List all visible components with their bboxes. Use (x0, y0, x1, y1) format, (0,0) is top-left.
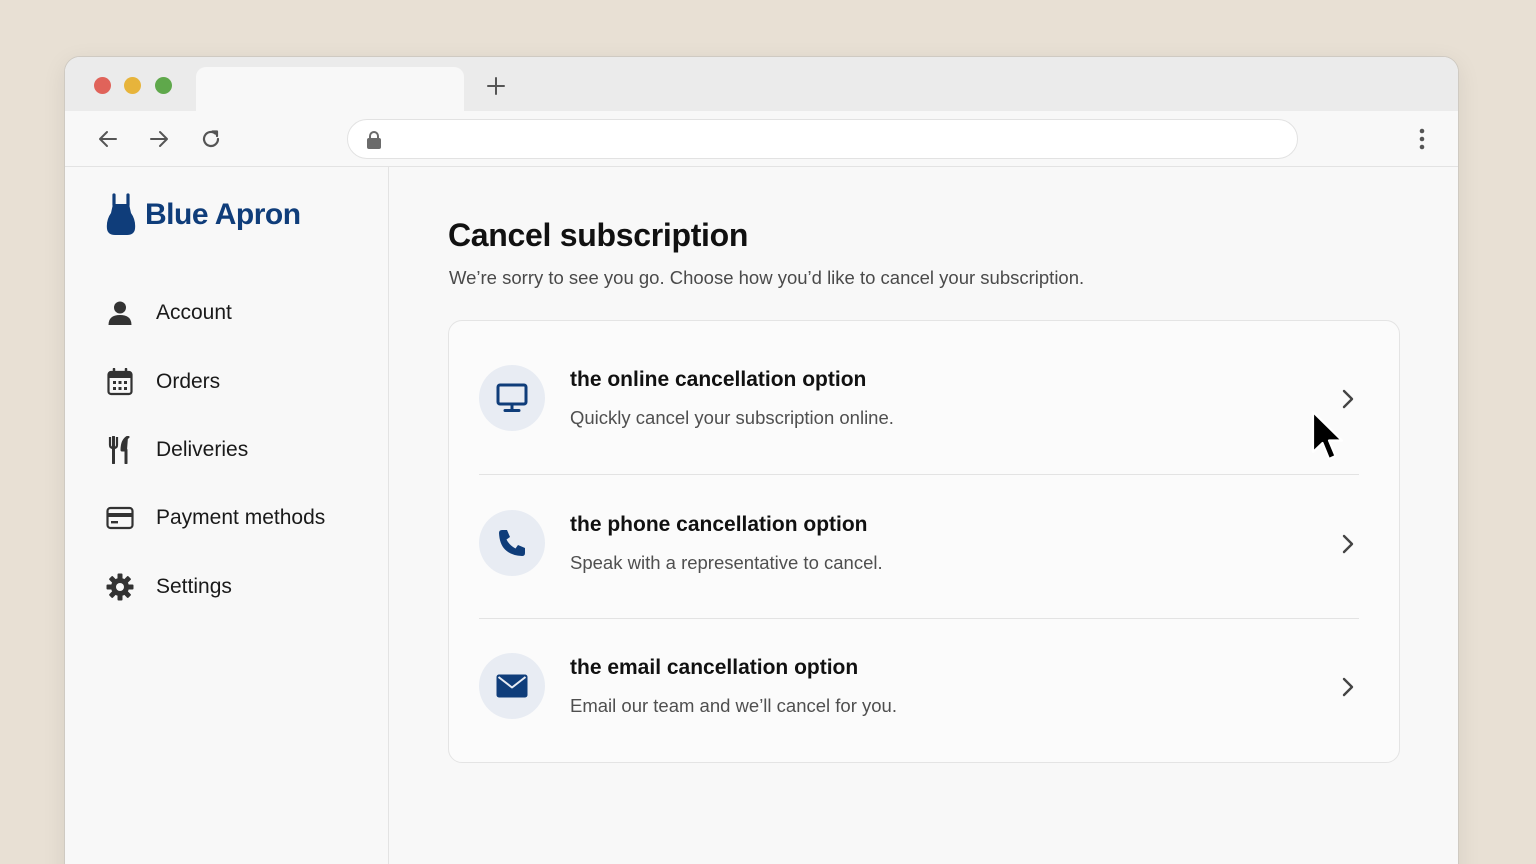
online-cancellation-option[interactable]: the online cancellation option Quickly c… (479, 321, 1359, 465)
email-cancellation-option[interactable]: the email cancellation option Email our … (479, 609, 1359, 753)
browser-toolbar (65, 111, 1458, 167)
envelope-icon (479, 653, 545, 719)
chevron-right-icon (1337, 675, 1359, 699)
brand-name: Blue Apron (145, 198, 301, 231)
page-title: Cancel subscription (448, 217, 749, 253)
person-icon (105, 298, 135, 328)
close-window-button[interactable] (94, 77, 111, 94)
cancellation-options-card: the online cancellation option Quickly c… (448, 320, 1400, 763)
credit-card-icon (105, 503, 135, 533)
calendar-icon (105, 367, 135, 397)
sidebar: Blue Apron Account Orders Deliveries Pay… (65, 167, 389, 864)
main-content: Cancel subscription We’re sorry to see y… (390, 167, 1458, 864)
plus-icon (487, 77, 505, 95)
monitor-icon (479, 365, 545, 431)
sidebar-item-orders[interactable]: Orders (105, 362, 220, 402)
option-description: Email our team and we’ll cancel for you. (570, 695, 897, 716)
sidebar-item-label: Settings (156, 575, 232, 598)
option-description: Speak with a representative to cancel. (570, 552, 883, 573)
gear-icon (105, 572, 135, 602)
maximize-window-button[interactable] (155, 77, 172, 94)
arrow-left-icon (99, 131, 117, 147)
brand-logo[interactable]: Blue Apron (105, 193, 301, 237)
arrow-right-icon (150, 131, 168, 147)
browser-tab[interactable] (196, 67, 464, 111)
lock-icon (367, 131, 381, 149)
option-title: the phone cancellation option (570, 513, 868, 536)
phone-icon (479, 510, 545, 576)
tab-bar (65, 57, 1458, 111)
page-subtitle: We’re sorry to see you go. Choose how yo… (449, 267, 1085, 288)
sidebar-item-settings[interactable]: Settings (105, 567, 232, 607)
phone-cancellation-option[interactable]: the phone cancellation option Speak with… (479, 466, 1359, 610)
reload-button[interactable] (197, 125, 225, 153)
sidebar-item-account[interactable]: Account (105, 293, 232, 333)
new-tab-button[interactable] (483, 73, 509, 99)
sidebar-item-label: Payment methods (156, 506, 326, 529)
minimize-window-button[interactable] (124, 77, 141, 94)
reload-icon (202, 130, 220, 148)
more-vertical-icon (1419, 128, 1425, 150)
option-description: Quickly cancel your subscription online. (570, 407, 894, 428)
sidebar-item-label: Deliveries (156, 438, 249, 461)
sidebar-item-deliveries[interactable]: Deliveries (105, 430, 248, 470)
apron-logo-icon (106, 193, 136, 235)
sidebar-item-label: Orders (156, 370, 221, 393)
sidebar-item-payment-methods[interactable]: Payment methods (105, 498, 325, 538)
chevron-right-icon (1337, 532, 1359, 556)
sidebar-item-label: Account (156, 301, 232, 324)
fork-knife-icon (105, 435, 135, 465)
browser-menu-button[interactable] (1412, 126, 1432, 152)
address-bar[interactable] (347, 119, 1298, 159)
chevron-right-icon (1337, 387, 1359, 411)
option-title: the email cancellation option (570, 656, 859, 679)
option-title: the online cancellation option (570, 368, 867, 391)
forward-button[interactable] (145, 125, 173, 153)
browser-window: Blue Apron Account Orders Deliveries Pay… (64, 56, 1459, 864)
back-button[interactable] (94, 125, 122, 153)
